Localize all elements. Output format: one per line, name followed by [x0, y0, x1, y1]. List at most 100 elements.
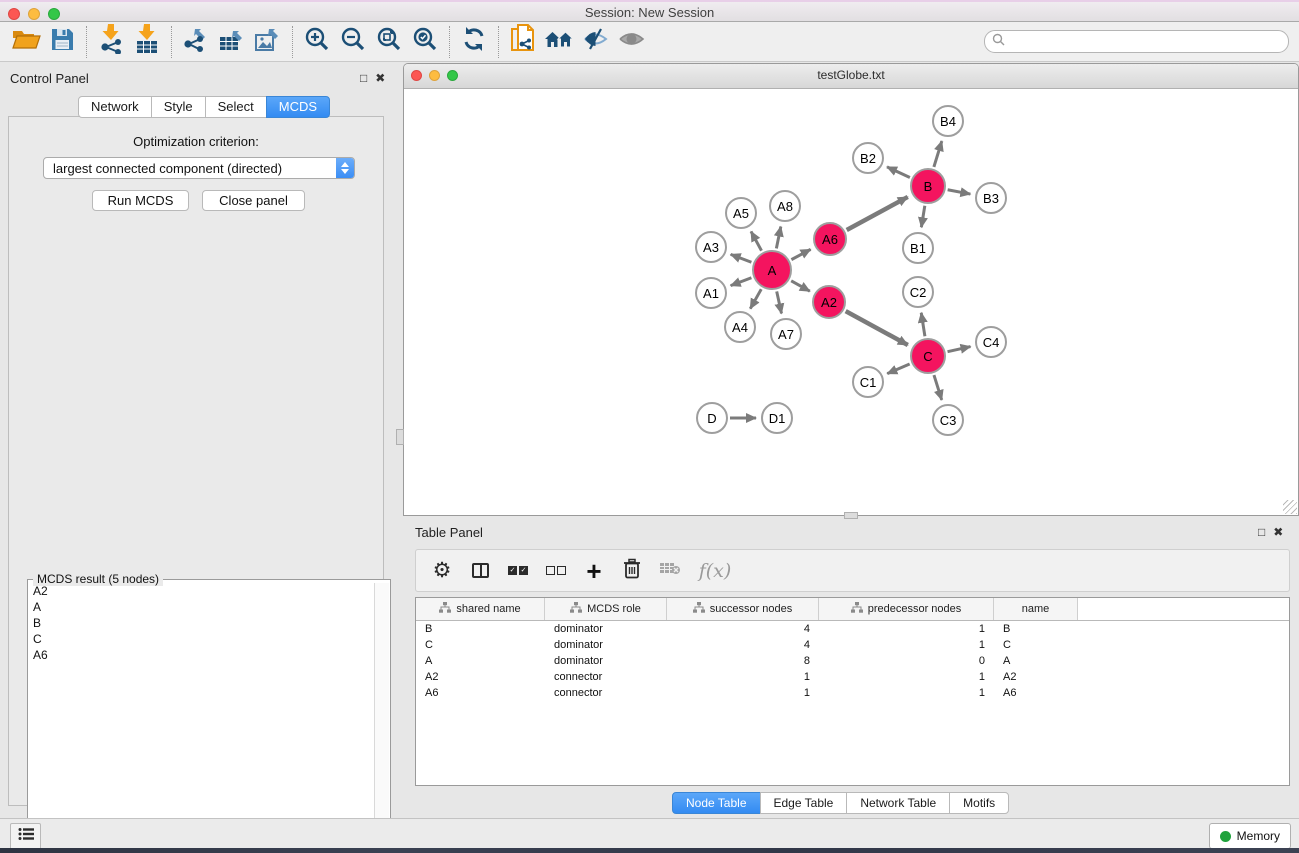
result-item[interactable]: B	[29, 615, 375, 631]
graph-node-B2[interactable]: B2	[852, 142, 884, 174]
vertical-splitter-handle[interactable]	[396, 429, 404, 445]
table-cell[interactable]: 1	[819, 685, 994, 701]
graph-node-C3[interactable]: C3	[932, 404, 964, 436]
table-cell[interactable]: B	[416, 621, 545, 637]
result-list-scrollbar[interactable]	[374, 583, 389, 853]
deselect-all-button[interactable]	[544, 558, 568, 584]
import-network-button[interactable]	[93, 26, 129, 58]
horizontal-splitter-handle[interactable]	[844, 512, 858, 519]
table-row[interactable]: A2connector11A2	[416, 669, 1289, 685]
table-cell[interactable]: dominator	[545, 621, 667, 637]
graph-node-A5[interactable]: A5	[725, 197, 757, 229]
column-header-name[interactable]: name	[994, 598, 1078, 620]
graph-node-B4[interactable]: B4	[932, 105, 964, 137]
zoom-selected-button[interactable]	[407, 26, 443, 58]
table-cell[interactable]: 4	[667, 637, 819, 653]
table-row[interactable]: Adominator80A	[416, 653, 1289, 669]
table-cell[interactable]: A	[994, 653, 1078, 669]
tab-node-table[interactable]: Node Table	[672, 792, 761, 814]
table-cell[interactable]: 1	[667, 669, 819, 685]
graph-node-A7[interactable]: A7	[770, 318, 802, 350]
tab-style[interactable]: Style	[151, 96, 206, 118]
graph-node-B1[interactable]: B1	[902, 232, 934, 264]
zoom-in-button[interactable]	[299, 26, 335, 58]
memory-button[interactable]: Memory	[1209, 823, 1291, 849]
table-cell[interactable]: 8	[667, 653, 819, 669]
graph-node-A2[interactable]: A2	[812, 285, 846, 319]
search-input[interactable]	[1010, 34, 1288, 50]
table-cell[interactable]: 4	[667, 621, 819, 637]
float-panel-icon[interactable]: □	[360, 71, 367, 85]
table-cell[interactable]: dominator	[545, 653, 667, 669]
table-settings-button[interactable]: ⚙	[430, 558, 454, 584]
save-session-button[interactable]	[44, 26, 80, 58]
graph-node-A8[interactable]: A8	[769, 190, 801, 222]
network-from-file-button[interactable]	[505, 26, 541, 58]
table-cell[interactable]: 0	[819, 653, 994, 669]
table-cell[interactable]: 1	[667, 685, 819, 701]
export-image-button[interactable]	[250, 26, 286, 58]
graph-node-C4[interactable]: C4	[975, 326, 1007, 358]
table-cell[interactable]: 1	[819, 637, 994, 653]
graph-node-A1[interactable]: A1	[695, 277, 727, 309]
result-item[interactable]: C	[29, 631, 375, 647]
table-cell[interactable]: C	[416, 637, 545, 653]
zoom-fit-button[interactable]	[371, 26, 407, 58]
graph-node-D[interactable]: D	[696, 402, 728, 434]
run-mcds-button[interactable]: Run MCDS	[92, 190, 189, 211]
export-table-button[interactable]	[214, 26, 250, 58]
tab-mcds[interactable]: MCDS	[266, 96, 330, 118]
result-item[interactable]: A2	[29, 583, 375, 599]
export-network-button[interactable]	[178, 26, 214, 58]
hide-selected-button[interactable]	[577, 26, 613, 58]
graph-node-C2[interactable]: C2	[902, 276, 934, 308]
column-header-successor-nodes[interactable]: successor nodes	[667, 598, 819, 620]
table-cell[interactable]: dominator	[545, 637, 667, 653]
graph-node-C[interactable]: C	[910, 338, 946, 374]
table-row[interactable]: Cdominator41C	[416, 637, 1289, 653]
table-cell[interactable]: C	[994, 637, 1078, 653]
tab-motifs[interactable]: Motifs	[949, 792, 1009, 814]
open-session-button[interactable]	[8, 26, 44, 58]
add-column-button[interactable]: +	[582, 558, 606, 584]
graph-node-C1[interactable]: C1	[852, 366, 884, 398]
table-row[interactable]: Bdominator41B	[416, 621, 1289, 637]
home-button[interactable]	[541, 26, 577, 58]
table-cell[interactable]: connector	[545, 669, 667, 685]
table-cell[interactable]: A2	[994, 669, 1078, 685]
table-cell[interactable]: B	[994, 621, 1078, 637]
result-item[interactable]: A	[29, 599, 375, 615]
delete-table-button[interactable]	[658, 558, 682, 584]
refresh-button[interactable]	[456, 26, 492, 58]
function-builder-button[interactable]: f(x)	[696, 558, 734, 584]
tab-edge-table[interactable]: Edge Table	[760, 792, 848, 814]
close-panel-button[interactable]: Close panel	[202, 190, 305, 211]
column-header-MCDS-role[interactable]: MCDS role	[545, 598, 667, 620]
import-table-button[interactable]	[129, 26, 165, 58]
close-panel-icon[interactable]: ✖	[375, 71, 385, 85]
graph-node-B[interactable]: B	[910, 168, 946, 204]
select-all-button[interactable]: ✓✓	[506, 558, 530, 584]
graph-node-B3[interactable]: B3	[975, 182, 1007, 214]
table-cell[interactable]: 1	[819, 621, 994, 637]
close-panel-icon[interactable]: ✖	[1273, 525, 1283, 539]
network-canvas[interactable]: B4 B2 B B3 A5 A8 A6 A3 B1 A A1 C2 A2 A4 A7 C4 C C1 C3 D D1	[404, 89, 1298, 515]
column-header-shared-name[interactable]: shared name	[416, 598, 545, 620]
task-history-button[interactable]	[10, 823, 41, 850]
graph-node-A[interactable]: A	[752, 250, 792, 290]
table-cell[interactable]: A6	[994, 685, 1078, 701]
graph-node-D1[interactable]: D1	[761, 402, 793, 434]
float-panel-icon[interactable]: □	[1258, 525, 1265, 539]
graph-node-A3[interactable]: A3	[695, 231, 727, 263]
column-header-predecessor-nodes[interactable]: predecessor nodes	[819, 598, 994, 620]
graph-node-A6[interactable]: A6	[813, 222, 847, 256]
result-item[interactable]: A6	[29, 647, 375, 663]
table-cell[interactable]: 1	[819, 669, 994, 685]
graph-node-A4[interactable]: A4	[724, 311, 756, 343]
table-cell[interactable]: A	[416, 653, 545, 669]
criterion-dropdown[interactable]: largest connected component (directed)	[43, 157, 355, 179]
tab-select[interactable]: Select	[205, 96, 267, 118]
search-field[interactable]	[984, 30, 1289, 53]
show-all-button[interactable]	[613, 26, 649, 58]
zoom-out-button[interactable]	[335, 26, 371, 58]
